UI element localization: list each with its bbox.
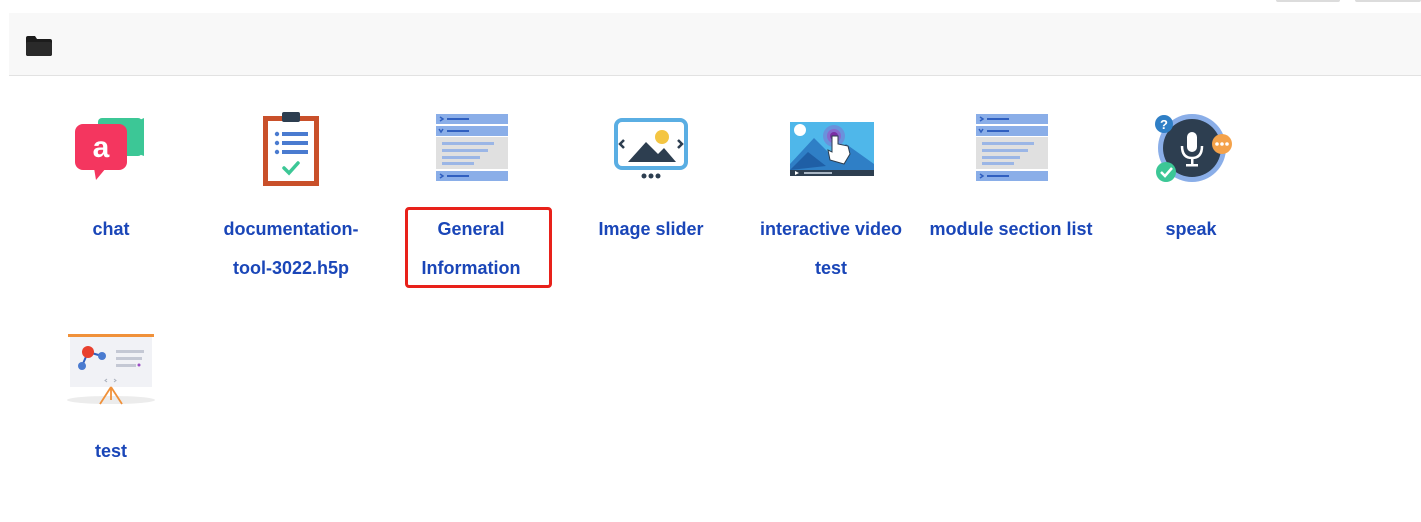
accordion-list-icon: [966, 110, 1056, 192]
file-item-label: speak: [1165, 219, 1217, 239]
accordion-list-icon: [426, 110, 516, 192]
microphone-speech-icon: ?: [1146, 110, 1236, 192]
file-item-label: module section list: [929, 219, 1093, 239]
file-item-documentation-tool[interactable]: documentation-tool-3022.h5p: [206, 110, 376, 300]
selection-highlight: [405, 207, 552, 288]
file-item-chat[interactable]: a chat: [26, 110, 196, 300]
svg-text:?: ?: [1160, 117, 1168, 132]
presentation-board-icon: [66, 332, 156, 414]
file-item-speak[interactable]: ? speak: [1106, 110, 1276, 300]
file-item-label: interactive video test: [759, 219, 903, 278]
interactive-video-icon: [786, 110, 876, 192]
file-item-label: test: [94, 441, 127, 461]
clipboard-checklist-icon: [246, 110, 336, 192]
file-grid: a chat documentation-tool-3022.h5p Gener…: [0, 0, 1421, 515]
file-item-image-slider[interactable]: Image slider: [566, 110, 736, 300]
file-item-label: Image slider: [598, 219, 704, 239]
file-item-module-section-list[interactable]: module section list: [926, 110, 1096, 300]
file-item-test[interactable]: test: [26, 332, 196, 522]
image-slider-icon: [606, 110, 696, 192]
chat-icon: a: [66, 110, 156, 192]
file-item-label: documentation-tool-3022.h5p: [223, 219, 359, 278]
svg-text:a: a: [93, 131, 110, 164]
file-item-label: chat: [92, 219, 130, 239]
file-item-interactive-video-test[interactable]: interactive video test: [746, 110, 916, 300]
